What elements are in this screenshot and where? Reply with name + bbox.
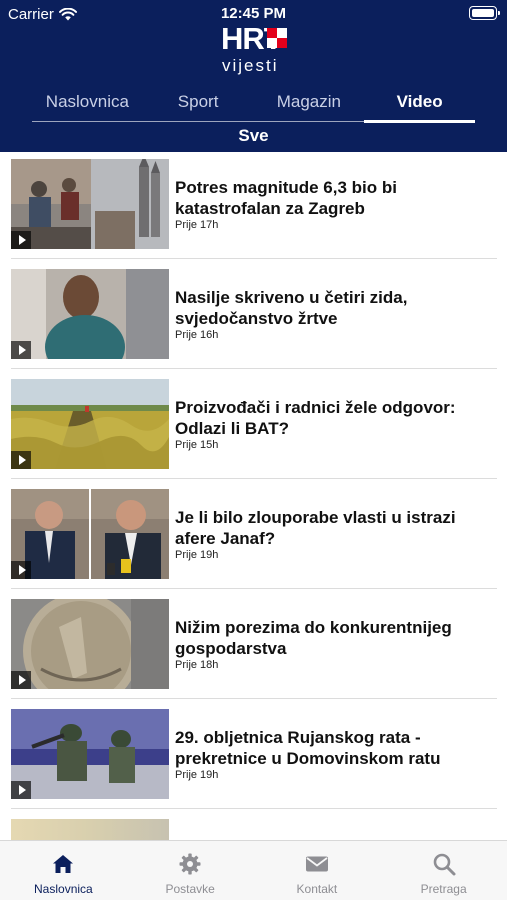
list-item[interactable]: Proizvođači i radnici žele odgovor: Odla… xyxy=(0,372,507,482)
tabbar-label: Pretraga xyxy=(420,882,467,896)
play-icon xyxy=(11,561,31,579)
play-icon xyxy=(11,781,31,799)
divider xyxy=(11,368,497,369)
tab-video[interactable]: Video xyxy=(364,86,475,123)
tab-naslovnica[interactable]: Naslovnica xyxy=(32,86,143,121)
status-time: 12:45 PM xyxy=(220,5,287,22)
tabbar-item-postavke[interactable]: Postavke xyxy=(127,841,254,900)
soldiers-thumbnail-image xyxy=(11,709,169,799)
battery-icon xyxy=(469,6,500,20)
video-thumbnail[interactable] xyxy=(11,489,169,579)
video-thumbnail[interactable] xyxy=(11,159,169,249)
section-tabs: Naslovnica Sport Magazin Video xyxy=(32,86,475,123)
envelope-icon xyxy=(305,856,328,872)
article-title[interactable]: Nasilje skriveno u četiri zida, svjedoča… xyxy=(175,287,475,329)
tab-magazin[interactable]: Magazin xyxy=(254,86,365,121)
divider xyxy=(11,478,497,479)
article-time: Prije 19h xyxy=(175,549,219,561)
article-time: Prije 15h xyxy=(175,439,219,451)
list-item[interactable] xyxy=(0,812,507,840)
play-icon xyxy=(11,341,31,359)
article-title[interactable]: Potres magnitude 6,3 bio bi katastrofala… xyxy=(175,177,475,219)
article-time: Prije 17h xyxy=(175,219,219,231)
article-time: Prije 18h xyxy=(175,659,219,671)
search-icon xyxy=(433,853,456,876)
divider xyxy=(11,588,497,589)
earthquake-thumbnail-image xyxy=(11,159,169,249)
divider xyxy=(11,808,497,809)
article-time: Prije 16h xyxy=(175,329,219,341)
video-thumbnail[interactable] xyxy=(11,269,169,359)
list-item[interactable]: Nasilje skriveno u četiri zida, svjedoča… xyxy=(0,262,507,372)
list-item[interactable]: 29. obljetnica Rujanskog rata - prekretn… xyxy=(0,702,507,812)
play-icon xyxy=(11,451,31,469)
tabbar-item-pretraga[interactable]: Pretraga xyxy=(380,841,507,900)
video-thumbnail[interactable] xyxy=(11,709,169,799)
logo-checker-icon xyxy=(267,28,287,48)
divider xyxy=(11,258,497,259)
blurred-person-thumbnail-image xyxy=(11,269,169,359)
home-icon xyxy=(53,855,74,873)
coin-thumbnail-image xyxy=(11,599,169,689)
article-time: Prije 19h xyxy=(175,769,219,781)
article-title[interactable]: Nižim porezima do konkurentnijeg gospoda… xyxy=(175,617,475,659)
video-thumbnail[interactable] xyxy=(11,599,169,689)
play-icon xyxy=(11,671,31,689)
divider xyxy=(11,698,497,699)
tabbar-item-kontakt[interactable]: Kontakt xyxy=(254,841,381,900)
article-title[interactable]: 29. obljetnica Rujanskog rata - prekretn… xyxy=(175,727,475,769)
video-thumbnail[interactable] xyxy=(11,379,169,469)
list-item[interactable]: Je li bilo zlouporabe vlasti u istrazi a… xyxy=(0,482,507,592)
video-list: Potres magnitude 6,3 bio bi katastrofala… xyxy=(0,152,507,840)
logo-subtitle: vijesti xyxy=(222,56,279,75)
hrt-vijesti-logo: HRT vijesti xyxy=(221,23,287,80)
tabbar-item-naslovnica[interactable]: Naslovnica xyxy=(0,841,127,900)
app-header: Carrier 12:45 PM HRT vijesti Naslovnica … xyxy=(0,0,507,152)
video-thumbnail[interactable] xyxy=(11,819,169,840)
subtab-sve[interactable]: Sve xyxy=(0,126,507,146)
article-title[interactable]: Je li bilo zlouporabe vlasti u istrazi a… xyxy=(175,507,475,549)
bottom-tab-bar: Naslovnica Postavke Kontakt Pretraga xyxy=(0,840,507,900)
gear-icon xyxy=(179,853,201,875)
tabbar-label: Kontakt xyxy=(296,882,338,896)
article-title[interactable]: Proizvođači i radnici žele odgovor: Odla… xyxy=(175,397,475,439)
tabbar-label: Naslovnica xyxy=(34,882,93,896)
tobacco-field-thumbnail-image xyxy=(11,379,169,469)
list-item[interactable]: Nižim porezima do konkurentnijeg gospoda… xyxy=(0,592,507,702)
list-item[interactable]: Potres magnitude 6,3 bio bi katastrofala… xyxy=(0,152,507,262)
tabbar-label: Postavke xyxy=(165,882,215,896)
play-icon xyxy=(11,231,31,249)
tab-sport[interactable]: Sport xyxy=(143,86,254,121)
politicians-thumbnail-image xyxy=(11,489,169,579)
